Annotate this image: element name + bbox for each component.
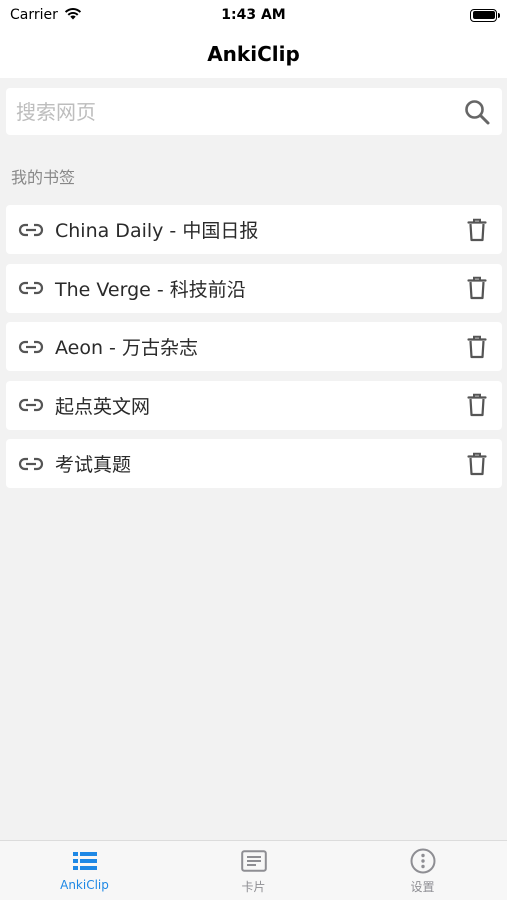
status-left: Carrier bbox=[10, 7, 82, 24]
tab-cards[interactable]: 卡片 bbox=[169, 841, 338, 900]
tab-label: 卡片 bbox=[241, 880, 266, 894]
list-icon bbox=[71, 847, 99, 875]
trash-icon[interactable] bbox=[464, 215, 490, 245]
search-icon[interactable] bbox=[462, 97, 492, 127]
tab-label: AnkiClip bbox=[60, 878, 109, 892]
trash-icon[interactable] bbox=[464, 332, 490, 362]
link-icon bbox=[18, 275, 44, 301]
link-icon bbox=[18, 392, 44, 418]
carrier-label: Carrier bbox=[10, 7, 58, 23]
link-icon bbox=[18, 451, 44, 477]
bookmark-label: 起点英文网 bbox=[55, 395, 151, 418]
bookmark-list: China Daily - 中国日报 The Verge - 科技前沿 Aeon… bbox=[6, 205, 502, 498]
tab-settings[interactable]: 设置 bbox=[338, 841, 507, 900]
search-input[interactable] bbox=[16, 99, 436, 124]
info-circle-icon bbox=[409, 847, 437, 875]
trash-icon[interactable] bbox=[464, 390, 490, 420]
tab-label: 设置 bbox=[410, 880, 435, 894]
bookmark-label: The Verge - 科技前沿 bbox=[55, 278, 246, 301]
bookmark-label: China Daily - 中国日报 bbox=[55, 220, 259, 242]
bookmark-item[interactable]: The Verge - 科技前沿 bbox=[6, 263, 502, 313]
trash-icon[interactable] bbox=[464, 273, 490, 303]
status-bar: Carrier 1:43 AM bbox=[0, 0, 507, 30]
tab-bar: AnkiClip 卡片 设置 bbox=[0, 840, 507, 900]
search-bar bbox=[6, 88, 502, 135]
link-icon bbox=[18, 334, 44, 360]
bookmark-item[interactable]: 起点英文网 bbox=[6, 380, 502, 430]
app-screen: Carrier 1:43 AM AnkiClip 我的书签 bbox=[0, 0, 507, 900]
bookmark-label: 考试真题 bbox=[55, 454, 132, 476]
bookmark-label: Aeon - 万古杂志 bbox=[55, 337, 198, 359]
wifi-icon bbox=[64, 7, 82, 24]
tab-ankiclip[interactable]: AnkiClip bbox=[0, 841, 169, 900]
page-title: AnkiClip bbox=[207, 42, 300, 66]
nav-bar: AnkiClip bbox=[0, 30, 507, 78]
card-icon bbox=[240, 847, 268, 875]
bookmark-item[interactable]: 考试真题 bbox=[6, 439, 502, 488]
trash-icon[interactable] bbox=[464, 449, 490, 479]
bookmark-item[interactable]: China Daily - 中国日报 bbox=[6, 205, 502, 254]
section-label: 我的书签 bbox=[11, 168, 76, 187]
link-icon bbox=[18, 217, 44, 243]
bookmark-item[interactable]: Aeon - 万古杂志 bbox=[6, 322, 502, 371]
battery-icon bbox=[470, 8, 500, 22]
